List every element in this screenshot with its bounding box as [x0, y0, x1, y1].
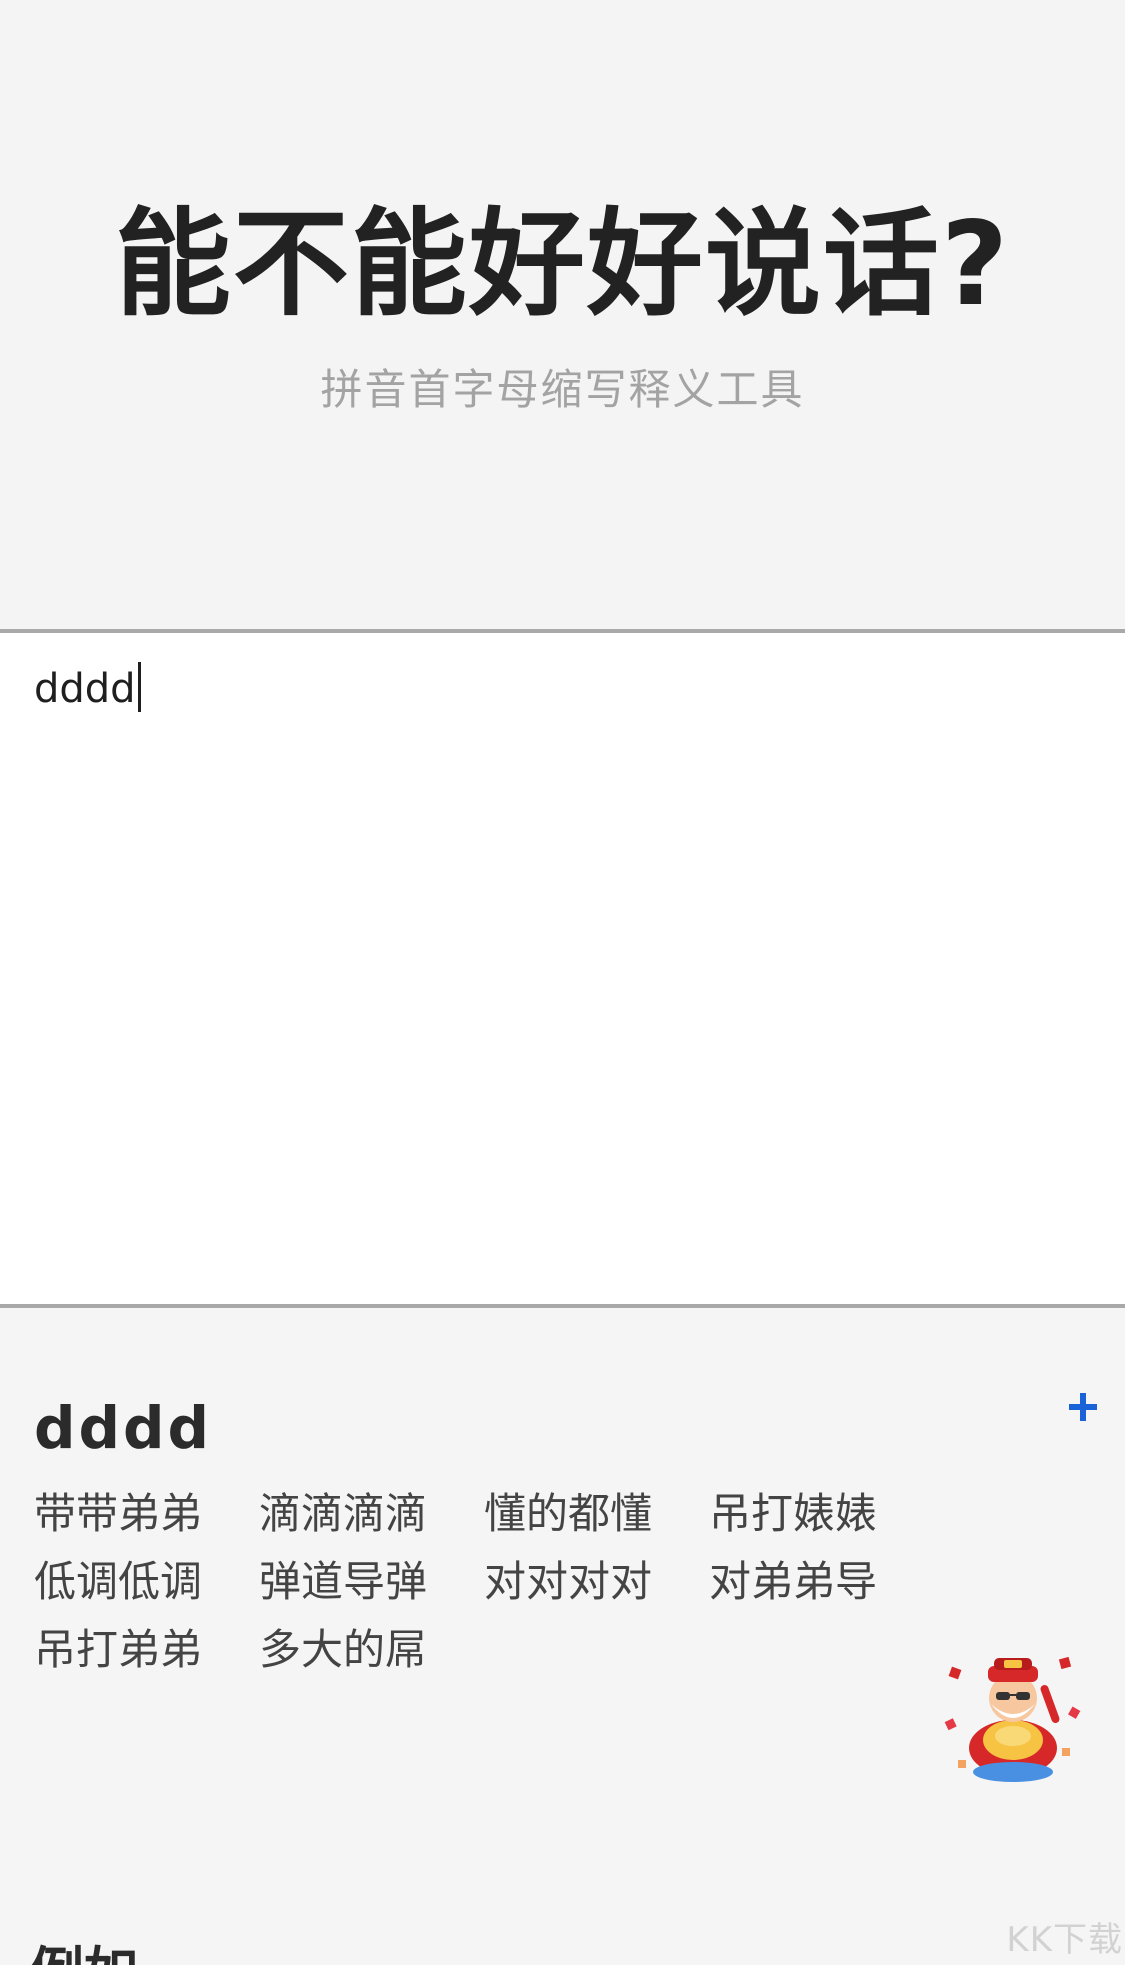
hero-header: 能不能好好说话? 拼音首字母缩写释义工具: [0, 0, 1125, 628]
candidate-item[interactable]: 对弟弟导: [709, 1548, 934, 1616]
result-term: dddd: [34, 1394, 213, 1462]
page-title: 能不能好好说话?: [114, 197, 1011, 332]
candidate-item[interactable]: 懂的都懂: [484, 1480, 709, 1548]
abbreviation-input[interactable]: dddd: [0, 633, 1125, 1304]
text-caret: [137, 662, 141, 712]
candidate-item[interactable]: 低调低调: [34, 1548, 259, 1616]
page: 能不能好好说话? 拼音首字母缩写释义工具 dddd dddd 带带弟弟 滴滴滴滴…: [0, 0, 1125, 1965]
input-value-wrap[interactable]: dddd: [34, 661, 141, 717]
candidate-item[interactable]: 滴滴滴滴: [259, 1480, 484, 1548]
candidate-item[interactable]: 弹道导弹: [259, 1548, 484, 1616]
input-value[interactable]: dddd: [34, 666, 136, 712]
fortune-god-sticker-icon: [944, 1656, 1081, 1782]
candidate-item[interactable]: 对对对对: [484, 1548, 709, 1616]
candidate-list: 带带弟弟 滴滴滴滴 懂的都懂 吊打婊婊 低调低调 弹道导弹 对对对对 对弟弟导 …: [34, 1480, 934, 1684]
page-subtitle: 拼音首字母缩写释义工具: [320, 365, 805, 414]
results-panel: dddd 带带弟弟 滴滴滴滴 懂的都懂 吊打婊婊 低调低调 弹道导弹 对对对对 …: [0, 1308, 1125, 1965]
candidate-item[interactable]: 带带弟弟: [34, 1480, 259, 1548]
candidate-item[interactable]: 多大的屌: [259, 1616, 484, 1684]
examples-heading: 例如: [30, 1942, 138, 1965]
candidate-item[interactable]: 吊打弟弟: [34, 1616, 259, 1684]
plus-icon[interactable]: [1066, 1390, 1100, 1424]
candidate-item[interactable]: 吊打婊婊: [709, 1480, 934, 1548]
watermark: KK下载: [1006, 1920, 1123, 1960]
